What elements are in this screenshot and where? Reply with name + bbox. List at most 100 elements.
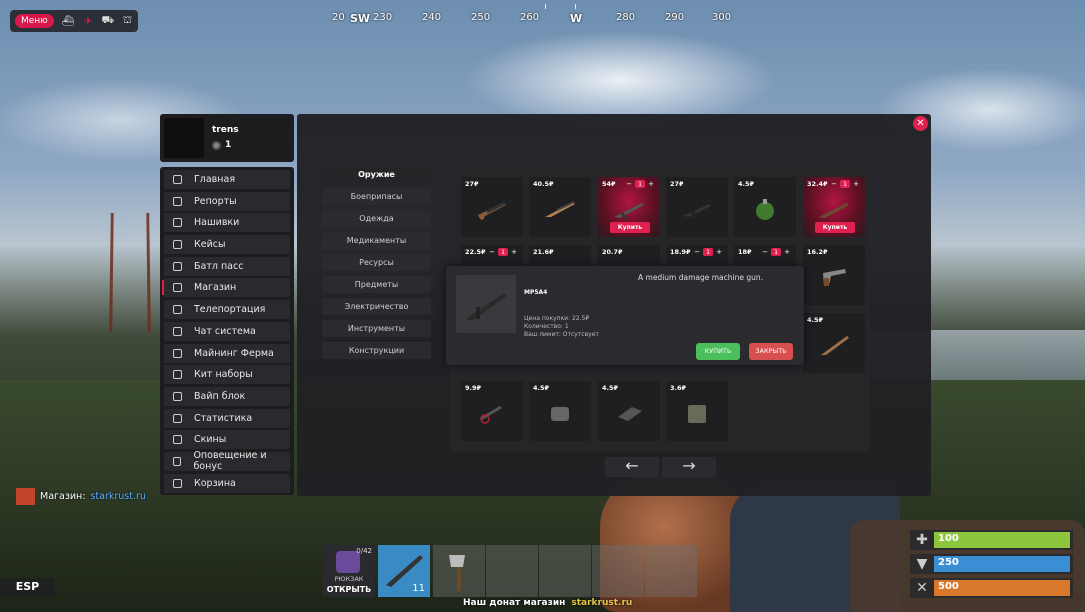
shop-item[interactable]: 4.5₽ <box>529 381 591 441</box>
case-icon <box>173 240 182 250</box>
shop-item[interactable]: 4.5₽ <box>598 381 660 441</box>
prev-page-button[interactable]: ← <box>605 457 659 477</box>
sidebar-item-home[interactable]: Главная <box>164 170 290 189</box>
quantity-value: 1 <box>702 248 714 256</box>
shop-item[interactable]: 3.6₽ <box>666 381 728 441</box>
quantity-stepper[interactable]: −1 + <box>694 248 722 256</box>
category-ammo[interactable]: Боеприпасы <box>322 188 431 205</box>
shop-item[interactable]: 9.9₽ <box>461 381 523 441</box>
category-weapons[interactable]: Оружие <box>322 166 431 183</box>
water-value: 250 <box>938 557 959 568</box>
category-tools[interactable]: Инструменты <box>322 320 431 337</box>
shop-item[interactable]: 40.5₽ <box>529 177 591 237</box>
item-name: MP5A4 <box>524 289 548 296</box>
compass-label: W <box>570 12 583 25</box>
category-list: Оружие Боеприпасы Одежда Медикаменты Рес… <box>322 166 431 364</box>
buy-button[interactable]: КУПИТЬ <box>696 343 740 360</box>
item-price-line: Цена покупки: 22.5₽ <box>524 315 590 322</box>
footer-text: Наш донат магазин <box>463 598 566 608</box>
esp-badge: ESP <box>0 578 55 596</box>
next-page-button[interactable]: → <box>662 457 716 477</box>
grenade-icon <box>756 199 774 220</box>
box-icon <box>688 405 706 423</box>
tank-icon[interactable]: ⛫ <box>122 15 133 28</box>
hotbar-slot[interactable] <box>539 545 591 597</box>
sidebar-item-patches[interactable]: Нашивки <box>164 213 290 233</box>
sidebar-item-label: Телепортация <box>194 304 266 316</box>
menu-button[interactable]: Меню <box>15 14 54 28</box>
hotbar-slot-gun[interactable]: 11 <box>378 545 430 597</box>
buy-button[interactable]: Купить <box>815 222 855 233</box>
shop-item[interactable]: 27₽ <box>666 177 728 237</box>
hotbar-slot[interactable] <box>592 545 644 597</box>
quantity-stepper[interactable]: −1 + <box>762 248 790 256</box>
footer-link[interactable]: starkrust.ru <box>571 598 632 608</box>
sidebar-item-reports[interactable]: Репорты <box>164 191 290 211</box>
shop-item[interactable]: 16.2₽ <box>803 245 865 305</box>
sidebar-item-notify[interactable]: Оповещение и бонус <box>164 450 290 472</box>
sidebar-item-cases[interactable]: Кейсы <box>164 235 290 255</box>
sidebar-item-cart[interactable]: Корзина <box>164 473 290 493</box>
close-popup-button[interactable]: ЗАКРЫТЬ <box>749 343 793 360</box>
shop-item[interactable]: 27₽ <box>461 177 523 237</box>
sidebar-item-skins[interactable]: Скины <box>164 430 290 450</box>
compass-label: 230 <box>373 12 393 23</box>
category-clothes[interactable]: Одежда <box>322 210 431 227</box>
backpack-slot[interactable]: 0/42 РЮКЗАК ОТКРЫТЬ <box>323 545 375 597</box>
mining-icon <box>173 348 182 358</box>
chat-message: Магазин: starkrust.ru <box>16 488 146 505</box>
shop-item[interactable]: 32.4₽ −1 + Купить <box>803 177 865 237</box>
quantity-stepper[interactable]: −1 + <box>489 248 517 256</box>
mp5-icon <box>466 293 507 321</box>
item-price: 16.2₽ <box>807 248 828 256</box>
sidebar-item-label: Корзина <box>194 477 236 489</box>
stats-icon <box>173 413 182 423</box>
sidebar-item-shop[interactable]: Магазин <box>162 278 290 298</box>
hotbar-slot-hatchet[interactable] <box>433 545 485 597</box>
backpack-title: РЮКЗАК <box>334 575 364 583</box>
health-value: 100 <box>938 533 959 544</box>
sidebar-item-chat[interactable]: Чат система <box>164 321 290 341</box>
hotbar-slot[interactable] <box>486 545 538 597</box>
car-icon[interactable]: ⛟ <box>101 15 114 28</box>
shotgun-icon <box>545 201 575 217</box>
sidebar-item-battlepass[interactable]: Батл пасс <box>164 256 290 276</box>
sidebar-item-mining[interactable]: Майнинг Ферма <box>164 343 290 363</box>
shop-item[interactable]: 4.5₽ <box>734 177 796 237</box>
category-construction[interactable]: Конструкции <box>322 342 431 359</box>
boat-icon[interactable]: ⛴ <box>62 16 75 27</box>
category-resources[interactable]: Ресурсы <box>322 254 431 271</box>
chat-link[interactable]: starkrust.ru <box>90 491 145 502</box>
shop-item[interactable]: 54₽ −1 + Купить <box>598 177 660 237</box>
compass-label: SW <box>350 12 371 25</box>
category-electricity[interactable]: Электричество <box>322 298 431 315</box>
avatar <box>164 118 204 158</box>
shop-item[interactable]: 4.5₽ <box>803 313 865 373</box>
compass-label: 20 <box>332 12 345 23</box>
sidebar-item-teleport[interactable]: Телепортация <box>164 300 290 320</box>
category-items[interactable]: Предметы <box>322 276 431 293</box>
coin-icon <box>212 140 221 150</box>
compass-label: 280 <box>616 12 636 23</box>
profile-card: trens 1 <box>160 114 294 162</box>
player-name: trens <box>212 125 239 135</box>
compass-tick <box>575 4 576 9</box>
helicopter-icon[interactable]: ✈ <box>82 16 93 27</box>
quantity-stepper[interactable]: −1 + <box>626 180 654 188</box>
hotbar-slot[interactable] <box>645 545 697 597</box>
quantity-value: 1 <box>770 248 782 256</box>
sidebar-item-stats[interactable]: Статистика <box>164 408 290 428</box>
plate-icon <box>618 407 642 421</box>
buy-button[interactable]: Купить <box>610 222 650 233</box>
sidebar-item-wipeblock[interactable]: Вайп блок <box>164 386 290 406</box>
sidebar-item-kits[interactable]: Кит наборы <box>164 365 290 385</box>
item-price: 27₽ <box>670 180 684 188</box>
close-icon[interactable]: ✕ <box>913 116 928 131</box>
sidebar-item-label: Магазин <box>194 282 237 294</box>
skin-icon <box>173 435 182 445</box>
item-price: 4.5₽ <box>738 180 755 188</box>
quantity-stepper[interactable]: −1 + <box>831 180 859 188</box>
revolver-icon <box>823 269 846 286</box>
category-medical[interactable]: Медикаменты <box>322 232 431 249</box>
item-price: 21.6₽ <box>533 248 554 256</box>
